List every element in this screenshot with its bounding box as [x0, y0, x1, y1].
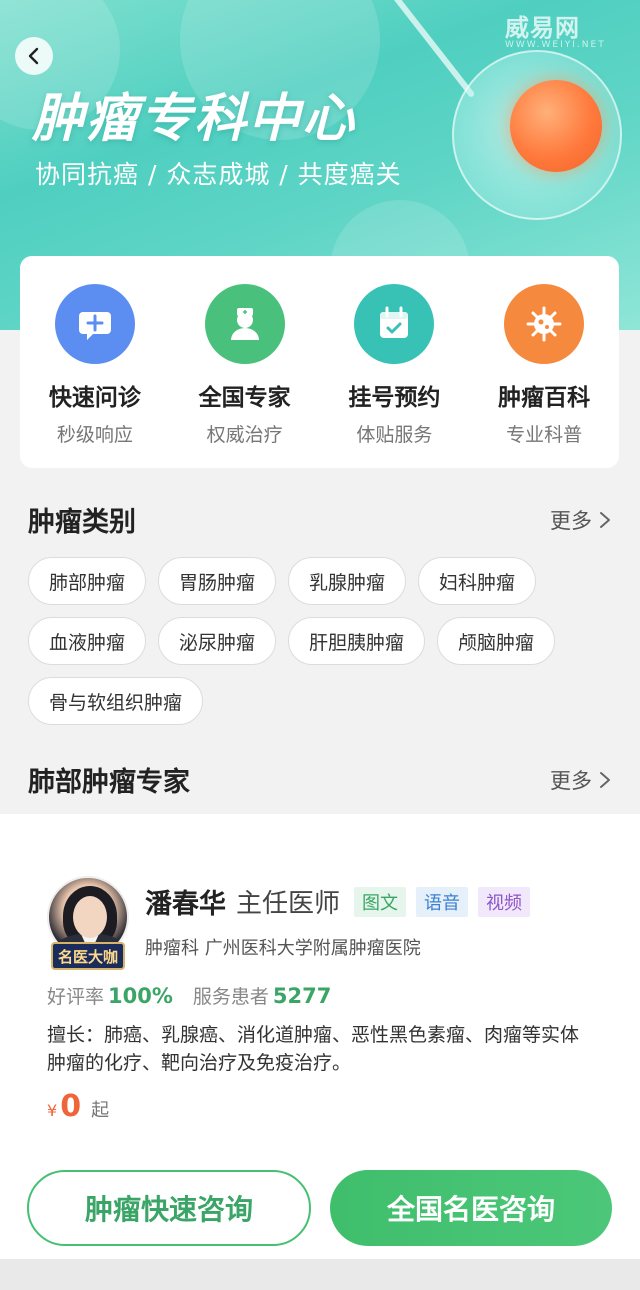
category-tag[interactable]: 胃肠肿瘤: [158, 557, 277, 605]
rating-label: 好评率: [47, 986, 105, 1008]
chat-plus-icon: [54, 284, 135, 364]
chevron-right-icon: [600, 771, 610, 788]
service-appointment[interactable]: 挂号预约 体贴服务: [324, 284, 464, 468]
experts-header: 肺部肿瘤专家 更多: [28, 760, 612, 799]
service-title: 快速问诊: [48, 385, 141, 411]
category-tag[interactable]: 骨与软组织肿瘤: [28, 677, 204, 725]
price-suffix: 起: [91, 1100, 110, 1121]
experts-title: 肺部肿瘤专家: [28, 767, 190, 798]
service-title: 全国专家: [198, 385, 291, 411]
doctor-name: 潘春华: [145, 889, 226, 920]
price-amount: 0: [60, 1089, 82, 1124]
doctor-name-row: 潘春华 主任医师 图文 语音 视频: [145, 882, 531, 921]
famous-doctor-badge: 名医大咖: [51, 942, 125, 970]
services-card: 快速问诊 秒级响应 全国专家 权威治疗 挂号预约 体贴服务 肿瘤百科 专业科普: [20, 256, 619, 468]
doctor-stats: 好评率 100% 服务患者 5277: [47, 982, 351, 1009]
category-tag[interactable]: 血液肿瘤: [28, 617, 147, 665]
category-tag[interactable]: 肝胆胰肿瘤: [288, 617, 426, 665]
watermark-url: WWW.WEIYI.NET: [505, 40, 606, 50]
doctor-avatar-wrap: 名医大咖: [47, 876, 129, 976]
more-label: 更多: [550, 508, 592, 533]
patients-value: 5277: [272, 984, 332, 1008]
service-subtitle: 专业科普: [506, 424, 583, 446]
rating-value: 100%: [108, 984, 173, 1008]
service-national-experts[interactable]: 全国专家 权威治疗: [175, 284, 315, 468]
category-tag[interactable]: 颅脑肿瘤: [437, 617, 556, 665]
service-quick-consult[interactable]: 快速问诊 秒级响应: [25, 284, 165, 468]
doctor-expertise: 擅长：肺癌、乳腺癌、消化道肿瘤、恶性黑色素瘤、肉瘤等实体肿瘤的化疗、靶向治疗及免…: [47, 1024, 580, 1074]
chevron-right-icon: [600, 511, 610, 528]
decor-needle: [390, 0, 476, 99]
patients-label: 服务患者: [192, 986, 269, 1008]
national-consult-button[interactable]: 全国名医咨询: [330, 1170, 612, 1246]
doctor-icon: [204, 284, 285, 364]
category-tags: 肺部肿瘤 胃肠肿瘤 乳腺肿瘤 妇科肿瘤 血液肿瘤 泌尿肿瘤 肝胆胰肿瘤 颅脑肿瘤…: [28, 557, 618, 725]
mode-tag-text: 图文: [354, 886, 407, 917]
service-title: 肿瘤百科: [498, 385, 591, 411]
mode-tag-voice: 语音: [416, 886, 469, 917]
price-currency: ¥: [47, 1101, 58, 1120]
categories-title: 肿瘤类别: [28, 507, 136, 538]
category-tag[interactable]: 肺部肿瘤: [28, 557, 147, 605]
category-tag[interactable]: 泌尿肿瘤: [158, 617, 277, 665]
page-subtitle: 协同抗癌 / 众志成城 / 共度癌关: [35, 160, 402, 189]
consult-price: ¥ 0 起: [47, 1089, 109, 1124]
calendar-icon: [354, 284, 435, 364]
doctor-title: 主任医师: [236, 889, 341, 919]
experts-more-link[interactable]: 更多: [550, 765, 612, 795]
back-button[interactable]: [15, 37, 53, 75]
quick-consult-button[interactable]: 肿瘤快速咨询: [27, 1170, 311, 1246]
tumor-cell-icon: [510, 80, 602, 172]
doctor-card[interactable]: 名医大咖 潘春华 主任医师 图文 语音 视频 肿瘤科 广州医科大学附属肿瘤医院 …: [0, 814, 640, 1259]
watermark-logo: 威易网: [505, 14, 580, 42]
virus-icon: [504, 284, 585, 364]
service-title: 挂号预约: [348, 385, 441, 411]
categories-header: 肿瘤类别 更多: [28, 500, 612, 539]
service-subtitle: 体贴服务: [356, 424, 433, 446]
bottom-strip: [0, 1259, 640, 1290]
doctor-department: 肿瘤科 广州医科大学附属肿瘤医院: [145, 938, 421, 959]
chevron-left-icon: [28, 47, 39, 65]
service-subtitle: 秒级响应: [56, 424, 133, 446]
service-subtitle: 权威治疗: [206, 424, 283, 446]
service-encyclopedia[interactable]: 肿瘤百科 专业科普: [474, 284, 614, 468]
more-label: 更多: [550, 768, 592, 793]
categories-more-link[interactable]: 更多: [550, 505, 612, 535]
page-title: 肿瘤专科中心: [32, 89, 357, 149]
category-tag[interactable]: 乳腺肿瘤: [288, 557, 407, 605]
category-tag[interactable]: 妇科肿瘤: [418, 557, 537, 605]
mode-tag-video: 视频: [478, 886, 531, 917]
